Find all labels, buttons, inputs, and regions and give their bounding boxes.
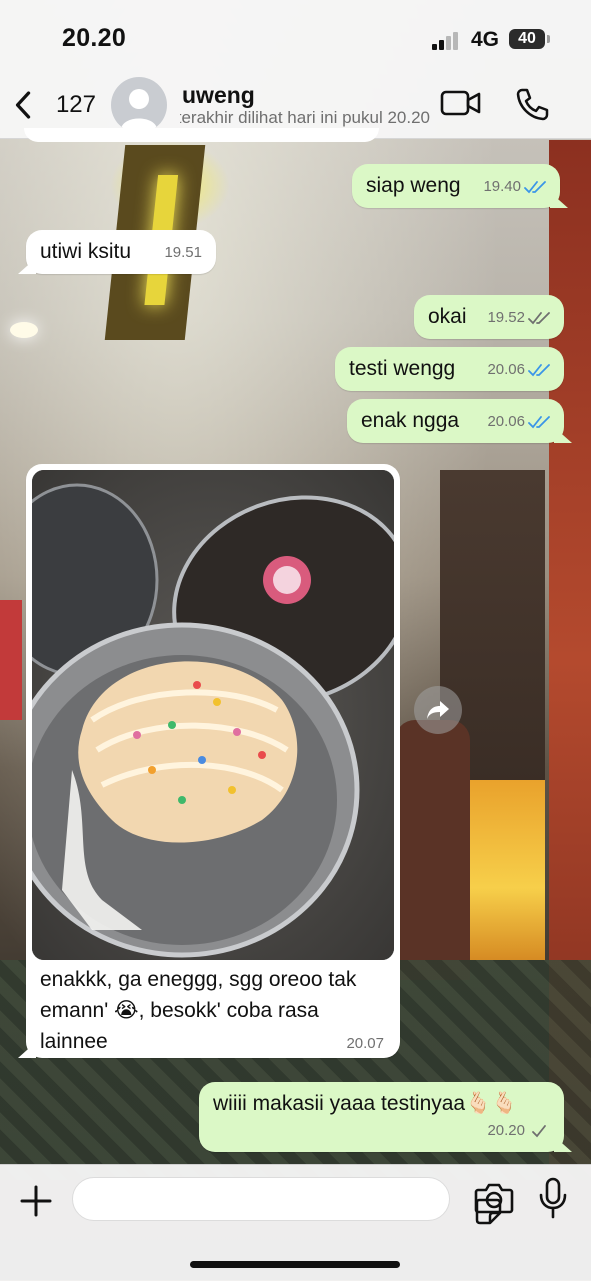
chat-header: 20.20 4G 40 127 uweng terakhir dilihat h…: [0, 0, 591, 139]
message-outgoing[interactable]: wiiii makasii yaaa testinyaa🫰🏻🫰🏻 20.20: [199, 1082, 564, 1152]
message-time: 20.20: [487, 1122, 525, 1139]
phone-call-icon[interactable]: [514, 86, 550, 122]
home-indicator: [190, 1261, 400, 1268]
avatar[interactable]: [111, 77, 167, 133]
default-avatar-icon: [121, 89, 157, 129]
unread-count: 127: [55, 91, 96, 118]
video-call-icon[interactable]: [440, 86, 482, 120]
message-text: enak ngga: [361, 409, 460, 432]
message-text: testi wengg: [349, 357, 456, 380]
double-check-read-icon: [524, 180, 546, 193]
message-text: wiiii makasii yaaa testinyaa🫰🏻🫰🏻: [213, 1092, 518, 1115]
network-label: 4G: [471, 28, 500, 51]
double-check-delivered-icon: [528, 311, 550, 324]
message-outgoing[interactable]: enak ngga 20.06: [347, 399, 564, 443]
message-time: 19.40: [483, 178, 521, 195]
status-time: 20.20: [62, 24, 127, 52]
wallpaper-ceiling-light: [10, 322, 38, 338]
wallpaper-screen: [0, 600, 22, 720]
single-check-sent-icon: [532, 1124, 546, 1137]
message-time: 20.06: [487, 413, 525, 430]
message-time: 20.07: [346, 1035, 384, 1052]
photo-caption: enakkk, ga eneggg, sgg oreoo tak emann' …: [40, 968, 357, 1053]
message-time: 20.06: [487, 361, 525, 378]
message-input[interactable]: [87, 1178, 391, 1220]
plus-icon[interactable]: [18, 1183, 54, 1219]
dessert-photo[interactable]: [32, 470, 394, 960]
message-text: okai: [428, 305, 467, 328]
message-text: utiwi ksitu: [40, 240, 132, 263]
message-text: siap weng: [366, 174, 461, 197]
message-outgoing[interactable]: testi wengg 20.06: [335, 347, 564, 391]
message-time: 19.51: [164, 244, 202, 261]
forward-button[interactable]: [414, 686, 462, 734]
microphone-icon[interactable]: [538, 1177, 568, 1219]
battery-icon: 40: [509, 29, 550, 49]
message-incoming-photo[interactable]: enakkk, ga eneggg, sgg oreoo tak emann' …: [26, 464, 400, 1058]
chevron-left-icon: [15, 91, 31, 119]
signal-icon: [432, 32, 462, 50]
last-seen-status: terakhir dilihat hari ini pukul 20.20: [180, 108, 430, 127]
camera-icon[interactable]: [474, 1181, 514, 1215]
message-incoming[interactable]: utiwi ksitu 19.51: [26, 230, 216, 274]
message-outgoing[interactable]: okai 19.52: [414, 295, 564, 339]
wallpaper-person: [395, 720, 470, 980]
message-input-field[interactable]: [72, 1177, 502, 1225]
message-time: 19.52: [487, 309, 525, 326]
dessert-photo-drawing: [32, 470, 394, 960]
double-check-read-icon: [528, 415, 550, 428]
previous-message-edge: [24, 128, 379, 142]
message-outgoing[interactable]: siap weng 19.40: [352, 164, 560, 208]
message-composer: [0, 1164, 591, 1281]
contact-name[interactable]: uweng: [182, 82, 255, 109]
back-button[interactable]: 127: [12, 84, 96, 126]
double-check-read-icon: [528, 363, 550, 376]
forward-arrow-icon: [427, 701, 449, 719]
